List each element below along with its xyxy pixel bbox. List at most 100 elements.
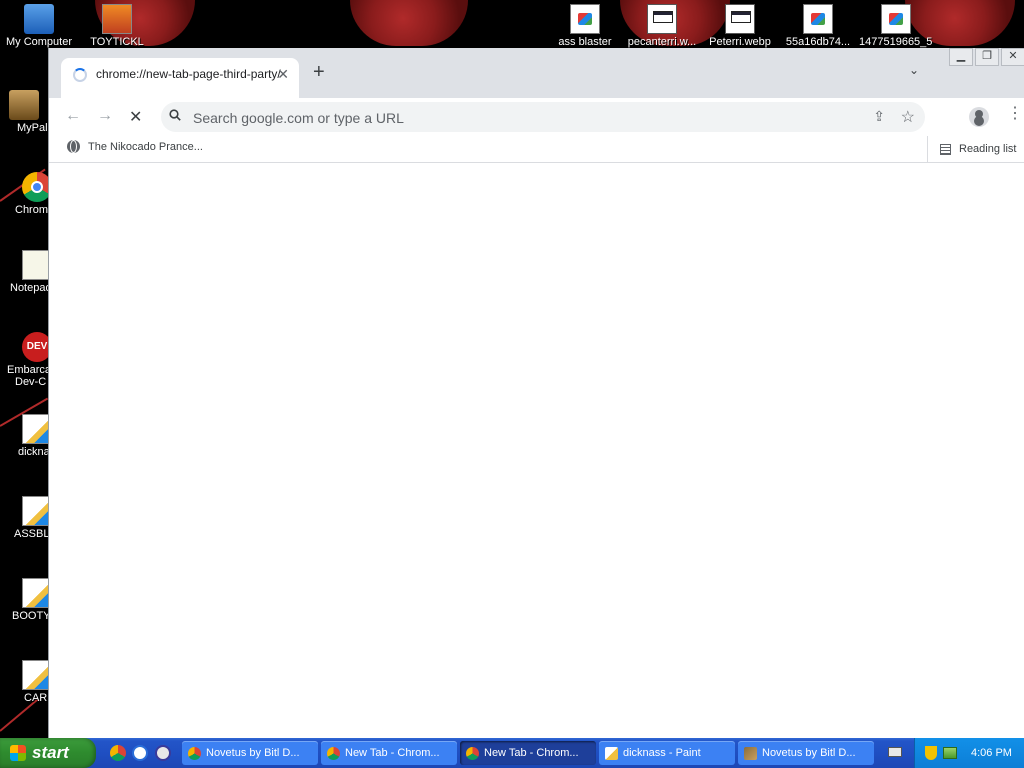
quicklaunch-media-player-icon[interactable] — [155, 745, 171, 761]
minimize-button[interactable]: ▁ — [949, 48, 973, 66]
desktop-icon-label: My Computer — [5, 36, 73, 48]
wallpaper-blob — [350, 0, 468, 46]
desktop-icon-my-computer[interactable]: My Computer — [2, 4, 76, 48]
mypal-icon — [9, 90, 39, 120]
desktop-icon-notepad[interactable]: Notepad — [0, 250, 48, 294]
novetus-icon — [744, 746, 757, 760]
bookmark-item[interactable]: The Nikocado Prance... — [67, 140, 203, 153]
desktop-icon-chrome[interactable]: Chrom — [0, 172, 48, 216]
desktop-icon-booty[interactable]: BOOTY — [0, 578, 48, 622]
browser-window: chrome://new-tab-page-third-party/ ✕ + ⌄… — [48, 48, 1024, 738]
desktop-icon-embarcadero[interactable]: DEV Embarca Dev-C — [0, 332, 48, 388]
page-content — [49, 163, 1024, 738]
desktop-icon-label: pecanterri.w... — [627, 36, 697, 48]
desktop-icon-pecanterri[interactable]: pecanterri.w... — [625, 4, 699, 48]
profile-avatar-icon[interactable] — [969, 107, 989, 127]
paint-file-icon — [22, 496, 48, 526]
desktop-icon-label: Embarca — [7, 364, 48, 376]
bookmark-label: The Nikocado Prance... — [88, 140, 203, 153]
bookmarks-bar: The Nikocado Prance... Reading list — [49, 136, 1024, 163]
chrome-icon — [327, 746, 340, 760]
windows-flag-icon — [10, 745, 26, 761]
desktop-icon-toytickl[interactable]: TOYTICKL — [80, 4, 154, 48]
tab-search-chevron-icon[interactable]: ⌄ — [909, 63, 919, 77]
tab-strip: chrome://new-tab-page-third-party/ ✕ + ⌄… — [49, 48, 1024, 98]
paint-icon — [605, 746, 618, 760]
window-controls: ▁ ❐ ✕ — [949, 48, 1024, 66]
desktop-icon-1477519665[interactable]: 1477519665_5... — [859, 4, 933, 48]
paint-file-icon — [22, 660, 48, 690]
reading-list-label: Reading list — [959, 143, 1017, 155]
start-button[interactable]: start — [0, 738, 96, 768]
desktop-icon-label: 1477519665_5... — [859, 36, 933, 48]
maximize-button[interactable]: ❐ — [975, 48, 999, 66]
image-file-icon — [803, 4, 833, 34]
close-window-button[interactable]: ✕ — [1001, 48, 1024, 66]
keyboard-language-icon[interactable] — [888, 747, 902, 757]
my-computer-icon — [24, 4, 54, 34]
desktop-icon-label-line2: Dev-C — [15, 376, 47, 388]
task-label: New Tab - Chrom... — [345, 747, 440, 759]
desktop-icon-label: CARI — [24, 692, 48, 704]
desktop-icon-peterri[interactable]: Peterri.webp — [703, 4, 777, 48]
desktop-icon-ass-blaster[interactable]: ass blaster — [548, 4, 622, 48]
forward-button[interactable]: → — [97, 107, 113, 125]
quicklaunch-browser-icon[interactable] — [132, 745, 148, 761]
search-icon — [169, 109, 181, 121]
desktop-icon-label: Chrom — [15, 204, 48, 216]
desktop-icon-55a16db74[interactable]: 55a16db74... — [781, 4, 855, 48]
clock[interactable]: 4:06 PM — [971, 747, 1012, 759]
paint-file-icon — [22, 578, 48, 608]
new-tab-button[interactable]: + — [313, 62, 325, 82]
desktop-icon-label: 55a16db74... — [785, 36, 851, 48]
share-icon[interactable]: ⇪ — [873, 108, 885, 125]
start-label: start — [32, 743, 69, 762]
stop-loading-button[interactable]: ✕ — [129, 107, 142, 127]
browser-toolbar: ← → ✕ ⇪ ☆ ⋮ — [49, 98, 1024, 136]
tab-new-tab-page[interactable]: chrome://new-tab-page-third-party/ ✕ — [61, 58, 299, 98]
network-icon[interactable] — [943, 747, 957, 759]
chrome-icon — [188, 746, 201, 760]
taskbar-item-novetus-1[interactable]: Novetus by Bitl D... — [182, 741, 318, 765]
desktop-icon-mypal[interactable]: MyPal — [0, 90, 48, 134]
taskbar-item-new-tab-2[interactable]: New Tab - Chrom... — [460, 741, 596, 765]
taskbar-item-new-tab-1[interactable]: New Tab - Chrom... — [321, 741, 457, 765]
omnibox[interactable]: ⇪ ☆ — [161, 102, 925, 132]
window-file-icon — [647, 4, 677, 34]
desktop-icon-label: TOYTICKL — [90, 36, 144, 48]
browser-menu-button[interactable]: ⋮ — [1007, 106, 1023, 122]
image-file-icon — [570, 4, 600, 34]
security-shield-icon[interactable] — [925, 746, 937, 760]
task-label: dicknass - Paint — [623, 747, 701, 759]
image-file-icon — [881, 4, 911, 34]
bookmark-star-icon[interactable]: ☆ — [901, 107, 915, 127]
desktop-icon-label: BOOTY — [12, 610, 48, 622]
desktop-icon-label: dickna — [18, 446, 48, 458]
chrome-icon — [466, 746, 479, 760]
chrome-shortcut-icon — [22, 172, 48, 202]
omnibox-input[interactable] — [191, 107, 855, 129]
system-tray: 4:06 PM — [914, 738, 1024, 768]
quicklaunch-chrome-icon[interactable] — [110, 745, 126, 761]
task-label: Novetus by Bitl D... — [206, 747, 300, 759]
paint-file-icon — [22, 414, 48, 444]
desktop-icon-cari[interactable]: CARI — [0, 660, 48, 704]
desktop-icon-label: ass blaster — [558, 36, 612, 48]
reading-list-button[interactable]: Reading list — [927, 136, 1016, 162]
desktop-icon-label: MyPal — [17, 122, 48, 134]
window-file-icon — [725, 4, 755, 34]
taskbar: start Novetus by Bitl D... New Tab - Chr… — [0, 738, 1024, 768]
back-button[interactable]: ← — [65, 107, 81, 125]
desktop-icon-dickna[interactable]: dickna — [0, 414, 48, 458]
close-tab-button[interactable]: ✕ — [277, 66, 289, 83]
desktop-icon-assbla[interactable]: ASSBLA — [0, 496, 48, 540]
desktop-icon-label: ASSBLA — [14, 528, 48, 540]
tab-title: chrome://new-tab-page-third-party/ — [96, 67, 281, 81]
embarcadero-dev-icon: DEV — [22, 332, 48, 362]
taskbar-item-paint[interactable]: dicknass - Paint — [599, 741, 735, 765]
task-label: Novetus by Bitl D... — [762, 747, 856, 759]
taskbar-item-novetus-2[interactable]: Novetus by Bitl D... — [738, 741, 874, 765]
task-label: New Tab - Chrom... — [484, 747, 579, 759]
desktop-icon-label: Peterri.webp — [709, 36, 771, 48]
notepad-icon — [22, 250, 48, 280]
